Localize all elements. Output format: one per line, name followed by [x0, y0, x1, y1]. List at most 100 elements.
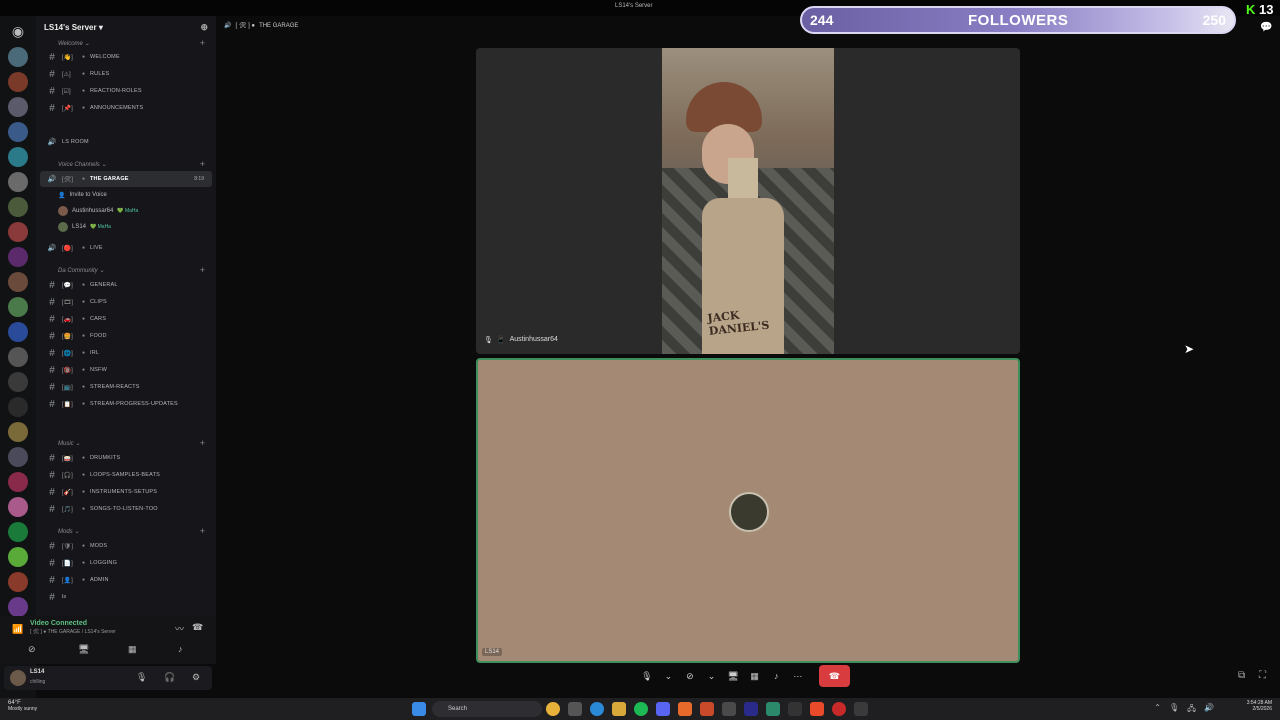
- server-icon[interactable]: [8, 522, 28, 542]
- server-icon[interactable]: [8, 347, 28, 367]
- server-icon[interactable]: [8, 47, 28, 67]
- channel-stream-reacts[interactable]: # [📺] ● STREAM-REACTS: [36, 379, 216, 395]
- add-channel-icon[interactable]: +: [200, 438, 205, 448]
- server-icon[interactable]: [8, 222, 28, 242]
- app-icon[interactable]: [788, 702, 802, 716]
- gear-icon[interactable]: ⚙: [192, 672, 200, 683]
- server-icon[interactable]: [8, 572, 28, 592]
- server-icon[interactable]: [8, 422, 28, 442]
- camera-off-icon[interactable]: ⊘: [679, 671, 701, 682]
- file-explorer-icon[interactable]: [612, 702, 626, 716]
- server-icon[interactable]: [8, 497, 28, 517]
- channel-logging[interactable]: # [📄] ● LOGGING: [36, 555, 216, 571]
- voice-user[interactable]: Austinhussar64 💚 MaHa: [58, 204, 138, 218]
- server-icon[interactable]: [8, 247, 28, 267]
- chevron-up-icon[interactable]: ⌃: [1154, 703, 1161, 717]
- avatar[interactable]: [10, 670, 26, 686]
- add-channel-icon[interactable]: +: [200, 526, 205, 536]
- channel-mods[interactable]: # [🛡] ● MODS: [36, 538, 216, 554]
- channel-food[interactable]: # [🍔] ● FOOD: [36, 328, 216, 344]
- channel-announcements[interactable]: # [📌] ● ANNOUNCEMENTS: [36, 100, 216, 116]
- channel-live[interactable]: 🔊 [🔴] ● LIVE: [36, 240, 216, 256]
- category-welcome[interactable]: Welcome ⌄ +: [46, 36, 211, 50]
- spotify-icon[interactable]: [634, 702, 648, 716]
- signal-icon[interactable]: 📶: [12, 624, 23, 635]
- channel-reaction-roles[interactable]: # [☑] ● REACTION-ROLES: [36, 83, 216, 99]
- screen-share-icon[interactable]: 🖥: [722, 671, 744, 682]
- server-icon[interactable]: [8, 472, 28, 492]
- voice-user[interactable]: LS14 💚 MaHa: [58, 220, 111, 234]
- add-channel-icon[interactable]: +: [200, 38, 205, 48]
- server-icon[interactable]: [8, 547, 28, 567]
- camera-off-icon[interactable]: ⊘: [28, 644, 36, 655]
- category-voice[interactable]: Voice Channels ⌄ +: [46, 157, 211, 171]
- activities-icon[interactable]: ▦: [128, 644, 137, 655]
- server-icon[interactable]: [8, 72, 28, 92]
- soundboard-icon[interactable]: ♪: [765, 671, 787, 681]
- microphone-icon[interactable]: 🎙: [136, 672, 147, 683]
- clock[interactable]: 3:54:28 AM 2/5/2026: [1247, 700, 1272, 712]
- windows-start-icon[interactable]: [412, 702, 426, 716]
- brave-icon[interactable]: [810, 702, 824, 716]
- server-icon[interactable]: [8, 597, 28, 617]
- channel-welcome[interactable]: # [👋] ● WELCOME: [36, 49, 216, 65]
- category-mods[interactable]: Mods ⌄ +: [46, 524, 211, 538]
- microphone-icon[interactable]: 🎙: [636, 671, 658, 682]
- server-icon[interactable]: [8, 372, 28, 392]
- channel-loops[interactable]: # [🎧] ● LOOPS-SAMPLES-BEATS: [36, 467, 216, 483]
- pop-out-icon[interactable]: ⧉: [1238, 670, 1245, 681]
- invite-to-voice[interactable]: 👤 Invite to Voice: [58, 188, 107, 202]
- edge-icon[interactable]: [590, 702, 604, 716]
- video-tile-austinhussar64[interactable]: JACK DANIEL'S 🎙 📱 Austinhussar64: [476, 48, 1020, 354]
- hang-up-button[interactable]: ☎: [818, 665, 851, 687]
- activities-icon[interactable]: ▦: [744, 671, 766, 682]
- server-icon[interactable]: [8, 172, 28, 192]
- add-member-icon[interactable]: ⊕: [200, 22, 208, 33]
- category-community[interactable]: Da Community ⌄ +: [46, 263, 211, 277]
- microphone-icon[interactable]: 🎙: [1169, 703, 1179, 717]
- channel-songs[interactable]: # [🎵] ● SONGS-TO-LISTEN-TOO: [36, 501, 216, 517]
- add-channel-icon[interactable]: +: [200, 265, 205, 275]
- fullscreen-icon[interactable]: ⛶: [1259, 670, 1266, 681]
- channel-ls-room[interactable]: 🔊 LS ROOM: [36, 134, 216, 150]
- task-view-icon[interactable]: [568, 702, 582, 716]
- screen-share-icon[interactable]: 🖥: [78, 644, 89, 655]
- channel-cars[interactable]: # [🚗] ● CARS: [36, 311, 216, 327]
- server-icon[interactable]: [8, 297, 28, 317]
- channel-rules[interactable]: # [⚠] ● RULES: [36, 66, 216, 82]
- app-icon[interactable]: [722, 702, 736, 716]
- add-channel-icon[interactable]: +: [200, 159, 205, 169]
- chevron-down-icon[interactable]: ⌄: [658, 671, 680, 682]
- chat-icon[interactable]: 💬: [1260, 22, 1272, 33]
- soundboard-icon[interactable]: ♪: [178, 644, 183, 654]
- server-icon[interactable]: [8, 97, 28, 117]
- channel-admin[interactable]: # [👤] ● ADMIN: [36, 572, 216, 588]
- app-icon[interactable]: [766, 702, 780, 716]
- video-tile-ls14[interactable]: LS14: [476, 358, 1020, 663]
- channel-clips[interactable]: # [🎞] ● CLIPS: [36, 294, 216, 310]
- app-icon[interactable]: [678, 702, 692, 716]
- server-icon[interactable]: [8, 197, 28, 217]
- network-icon[interactable]: 🖧: [1187, 703, 1196, 717]
- server-icon[interactable]: [8, 322, 28, 342]
- weather-widget[interactable]: 64°F Mostly sunny: [8, 700, 37, 712]
- discord-icon[interactable]: [656, 702, 670, 716]
- server-icon[interactable]: [8, 272, 28, 292]
- server-icon[interactable]: [8, 397, 28, 417]
- channel-general[interactable]: # [💬] ● GENERAL: [36, 277, 216, 293]
- channel-nsfw[interactable]: # [🔞] ● NSFW: [36, 362, 216, 378]
- app-icon[interactable]: [700, 702, 714, 716]
- server-icon[interactable]: [8, 147, 28, 167]
- volume-icon[interactable]: 🔊: [1204, 703, 1214, 717]
- channel-irl[interactable]: # [🌐] ● IRL: [36, 345, 216, 361]
- channel-instruments[interactable]: # [🎸] ● INSTRUMENTS-SETUPS: [36, 484, 216, 500]
- search-box[interactable]: Search: [432, 701, 542, 717]
- chrome-icon[interactable]: [546, 702, 560, 716]
- category-music[interactable]: Music ⌄ +: [46, 436, 211, 450]
- channel-stream-progress[interactable]: # [📋] ● STREAM-PROGRESS-UPDATES: [36, 396, 216, 412]
- channel-ls[interactable]: # ls: [36, 589, 216, 605]
- server-icon[interactable]: [8, 447, 28, 467]
- app-icon[interactable]: [854, 702, 868, 716]
- noise-suppression-icon[interactable]: 〰: [175, 622, 184, 635]
- server-icon[interactable]: [8, 122, 28, 142]
